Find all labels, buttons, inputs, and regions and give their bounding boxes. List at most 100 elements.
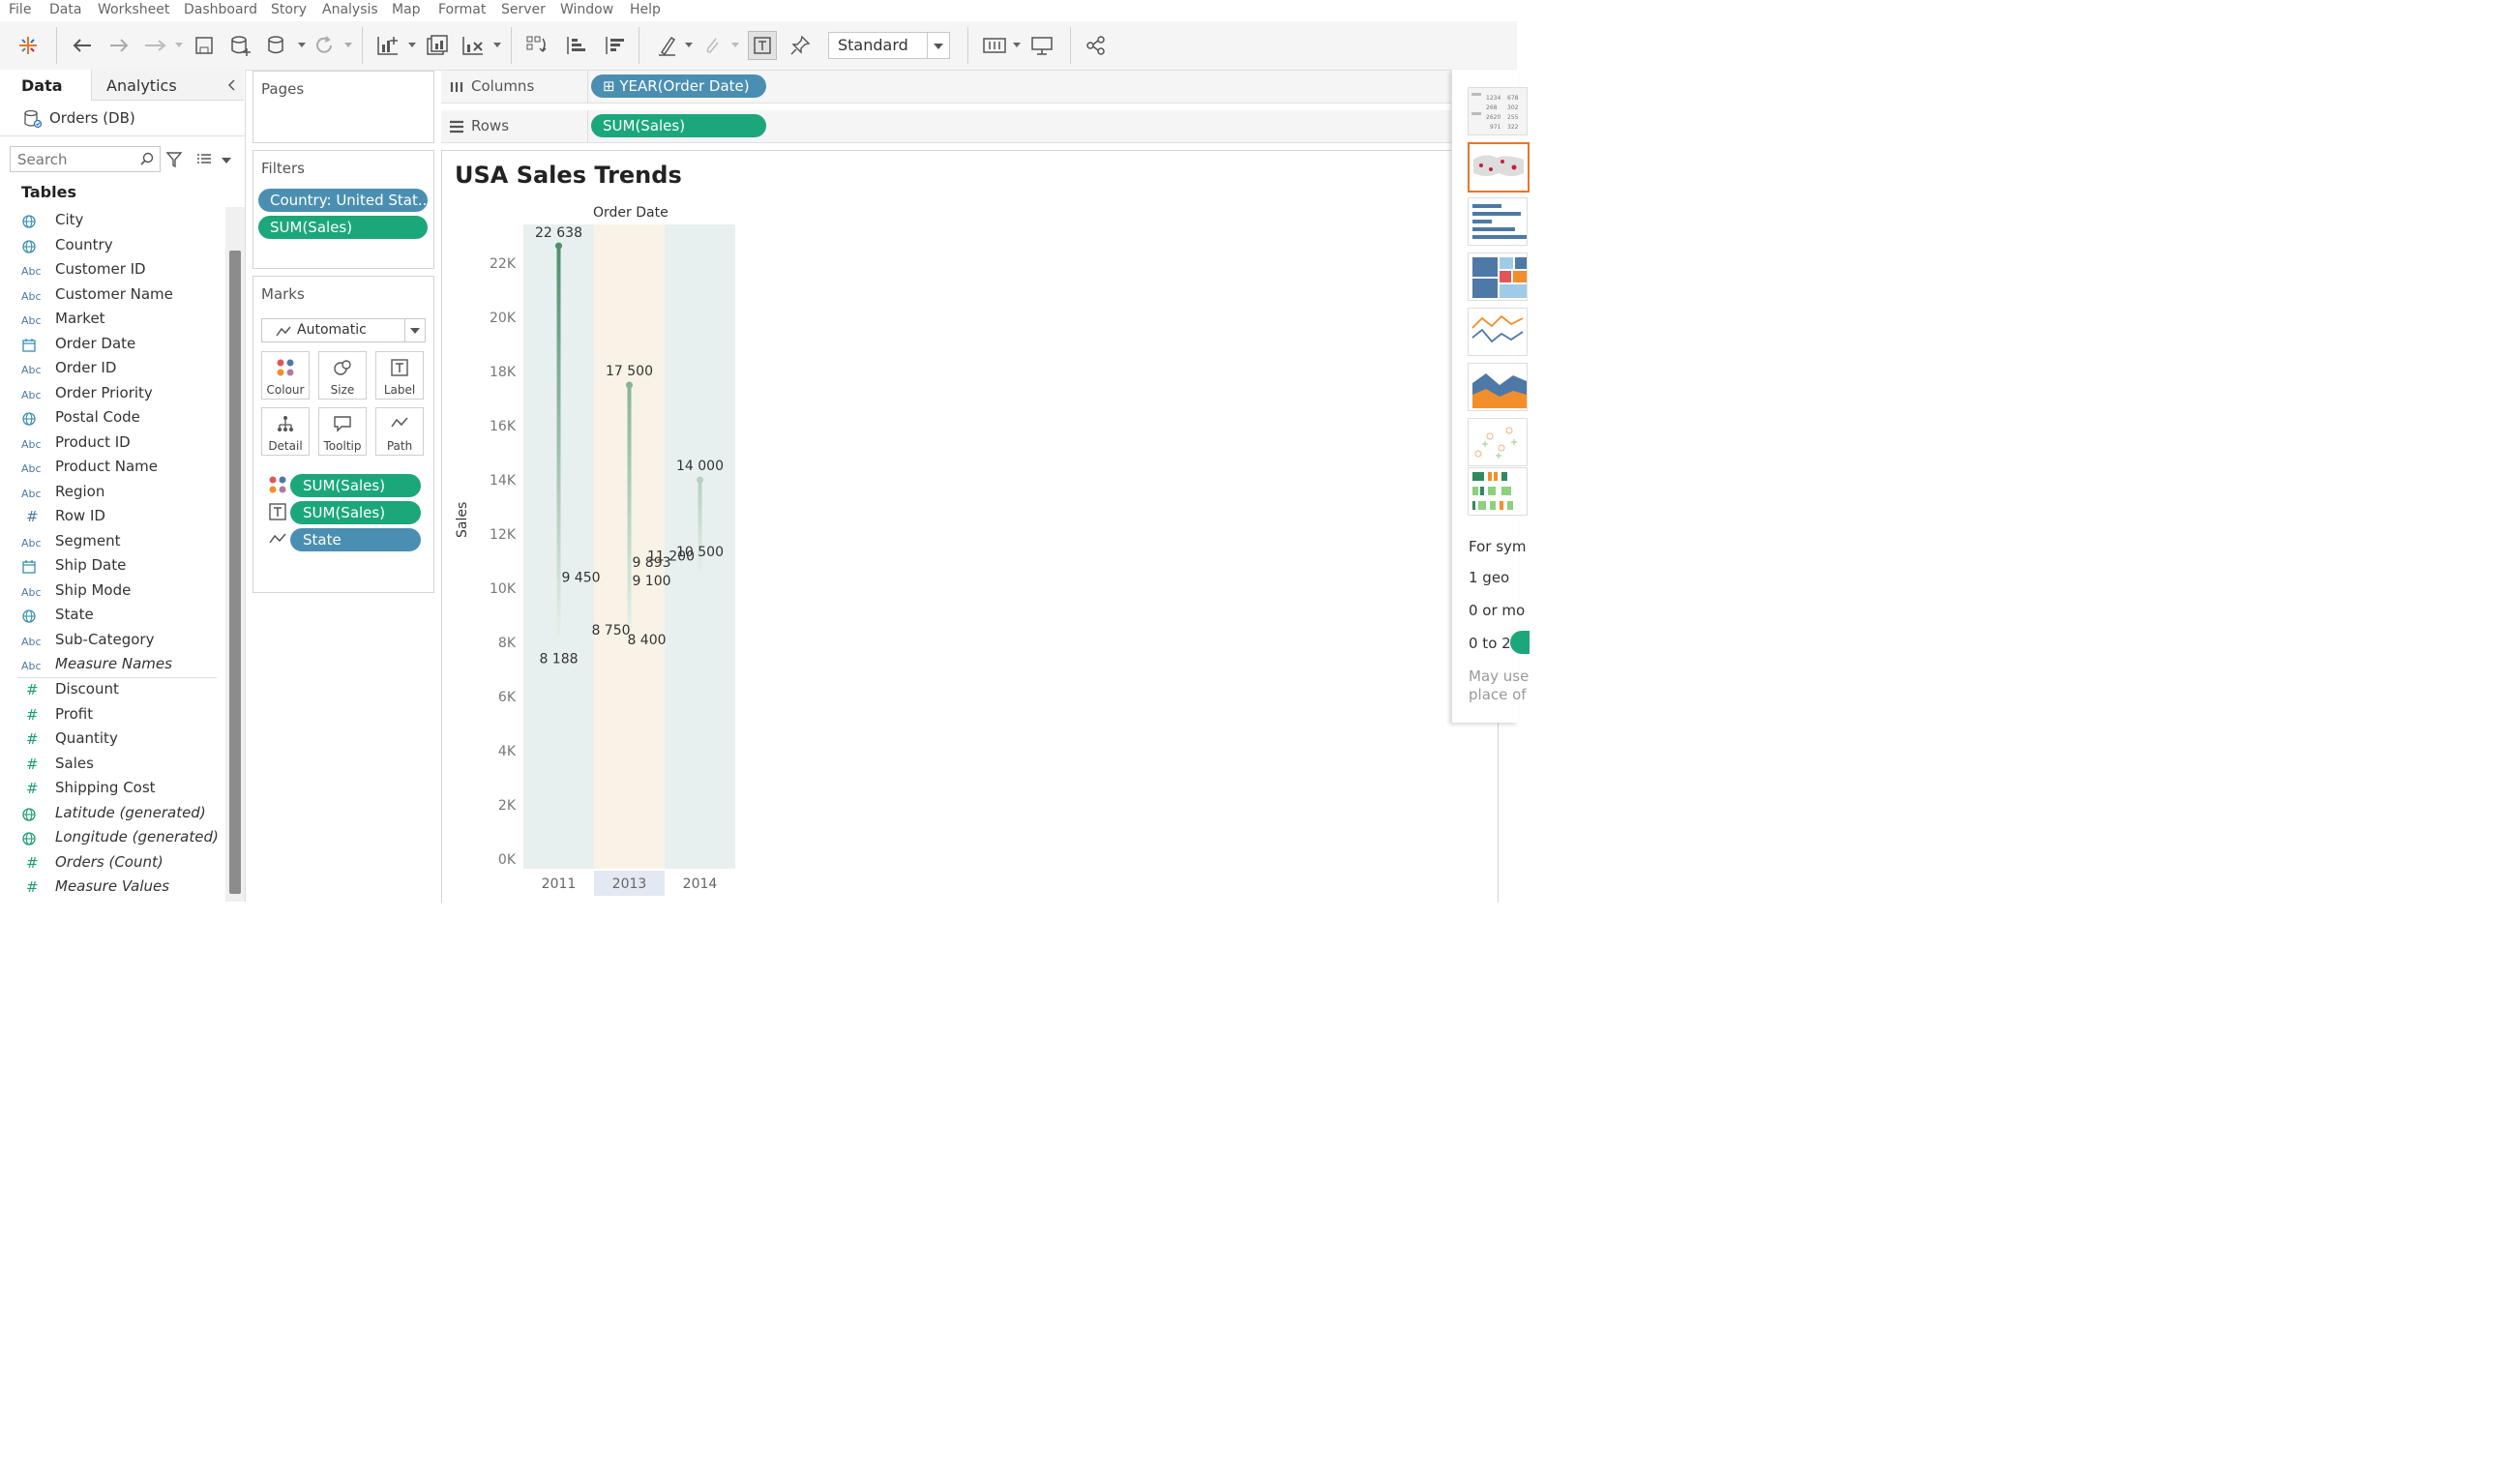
symbol-map-thumb[interactable] — [1468, 142, 1530, 193]
menu-item-help[interactable]: Help — [630, 2, 661, 17]
tooltip-button[interactable]: Tooltip — [318, 407, 367, 456]
swap-rows-columns-icon[interactable] — [522, 31, 551, 60]
redo-arrow-icon[interactable] — [141, 31, 170, 60]
dimension-field[interactable]: State — [21, 606, 224, 629]
menu-item-server[interactable]: Server — [501, 2, 546, 17]
group-members-icon[interactable] — [698, 31, 728, 60]
filter-pill-country[interactable]: Country: United Stat.. — [258, 189, 428, 212]
number-icon: # — [26, 730, 39, 748]
sort-descending-icon[interactable] — [600, 31, 629, 60]
menu-item-file[interactable]: File — [9, 2, 31, 17]
number-icon: # — [26, 755, 39, 773]
menu-item-map[interactable]: Map — [392, 2, 421, 17]
label-icon — [376, 358, 423, 377]
dimension-field[interactable]: Abc Order ID — [21, 359, 224, 382]
path-button[interactable]: Path — [375, 407, 424, 456]
columns-pill-year-order-date[interactable]: ⊞ YEAR(Order Date) — [591, 74, 766, 98]
dimension-field[interactable]: Abc Customer ID — [21, 260, 224, 283]
size-button[interactable]: Size — [318, 351, 367, 400]
dimension-field[interactable]: Abc Segment — [21, 532, 224, 555]
scrollbar-thumb[interactable] — [229, 251, 241, 894]
detail-button[interactable]: Detail — [261, 407, 310, 456]
horizontal-bars-thumb[interactable] — [1468, 197, 1528, 246]
show-cards-icon[interactable] — [980, 31, 1009, 60]
menu-item-format[interactable]: Format — [438, 2, 486, 17]
menu-item-analysis[interactable]: Analysis — [322, 2, 378, 17]
dimension-field[interactable]: Abc Product ID — [21, 433, 224, 457]
number-icon: # — [26, 878, 39, 896]
measure-field[interactable]: # Discount — [21, 680, 224, 703]
dimension-field[interactable]: # Row ID — [21, 507, 224, 530]
string-icon: Abc — [21, 536, 42, 549]
scatter-thumb[interactable] — [1468, 418, 1528, 466]
field-name: Product ID — [55, 432, 131, 451]
path-icon — [268, 531, 287, 550]
back-arrow-icon[interactable] — [68, 31, 97, 60]
new-worksheet-icon[interactable] — [373, 31, 402, 60]
fit-select[interactable]: Standard — [828, 32, 950, 59]
highlight-table-thumb[interactable] — [1468, 467, 1528, 516]
save-icon[interactable] — [190, 31, 219, 60]
rows-pill-sum-sales[interactable]: SUM(Sales) — [591, 114, 766, 137]
measure-field[interactable]: # Quantity — [21, 729, 224, 753]
field-name: Measure Names — [55, 655, 172, 672]
menu-item-dashboard[interactable]: Dashboard — [184, 2, 257, 17]
measure-field[interactable]: # Sales — [21, 755, 224, 778]
menu-item-story[interactable]: Story — [271, 2, 307, 17]
x-tick-label: 2014 — [683, 876, 718, 892]
clear-sheet-icon[interactable] — [459, 31, 488, 60]
collapse-pane-icon[interactable] — [226, 77, 236, 96]
globe-icon — [21, 214, 46, 232]
dimension-field[interactable]: Order Date — [21, 335, 224, 358]
measure-field[interactable]: # Shipping Cost — [21, 779, 224, 802]
measure-field[interactable]: # Measure Values — [21, 877, 224, 901]
dimension-field[interactable]: Ship Date — [21, 556, 224, 579]
size-icon — [319, 358, 366, 377]
measure-pill-swatch — [1510, 631, 1530, 654]
svg-text:302: 302 — [1507, 104, 1519, 111]
area-chart-thumb[interactable] — [1468, 363, 1528, 411]
sort-ascending-icon[interactable] — [561, 31, 590, 60]
marks-pill-label-sales[interactable]: SUM(Sales) — [290, 501, 421, 524]
menu-item-window[interactable]: Window — [560, 2, 613, 17]
dimension-field[interactable]: Abc Order Priority — [21, 384, 224, 407]
show-mark-labels-icon[interactable] — [748, 31, 777, 60]
colour-button[interactable]: Colour — [261, 351, 310, 400]
treemap-thumb[interactable] — [1468, 252, 1528, 301]
dimension-field[interactable]: Country — [21, 236, 224, 259]
pause-datasource-icon[interactable] — [263, 31, 292, 60]
dimension-field[interactable]: Postal Code — [21, 408, 224, 431]
dimension-field[interactable]: City — [21, 211, 224, 234]
share-icon[interactable] — [1082, 31, 1111, 60]
label-button[interactable]: Label — [375, 351, 424, 400]
dimension-field[interactable]: Abc Region — [21, 483, 224, 506]
mark-type-select[interactable]: Automatic — [261, 318, 426, 342]
refresh-icon[interactable] — [310, 31, 339, 60]
presentation-mode-icon[interactable] — [1027, 31, 1056, 60]
measure-field[interactable]: Longitude (generated) — [21, 828, 224, 851]
field-list-scrollbar[interactable] — [225, 207, 245, 902]
marks-pill-path-state[interactable]: State — [290, 528, 421, 551]
duplicate-sheet-icon[interactable] — [423, 31, 452, 60]
forward-arrow-icon[interactable] — [104, 31, 134, 60]
dimension-field[interactable]: Abc Product Name — [21, 458, 224, 481]
dimension-field[interactable]: Abc Ship Mode — [21, 581, 224, 605]
measure-field[interactable]: # Orders (Count) — [21, 853, 224, 876]
pin-icon[interactable] — [786, 31, 815, 60]
dimension-field[interactable]: Abc Market — [21, 310, 224, 333]
highlight-icon[interactable] — [652, 31, 681, 60]
field-name: Latitude (generated) — [55, 803, 206, 821]
menu-item-data[interactable]: Data — [49, 2, 81, 17]
dimension-field[interactable]: Abc Customer Name — [21, 285, 224, 309]
menu-item-worksheet[interactable]: Worksheet — [98, 2, 169, 17]
lines-thumb[interactable] — [1468, 308, 1528, 356]
dimension-field[interactable]: Abc Sub-Category — [21, 631, 224, 654]
dimension-field[interactable]: Abc Measure Names — [21, 655, 224, 678]
measure-field[interactable]: Latitude (generated) — [21, 804, 224, 827]
new-datasource-icon[interactable] — [226, 31, 255, 60]
tableau-logo-icon[interactable] — [14, 31, 43, 60]
measure-field[interactable]: # Profit — [21, 705, 224, 728]
marks-pill-colour-sales[interactable]: SUM(Sales) — [290, 474, 421, 497]
text-table-thumb[interactable]: 1234 678 268 302 2620 255 971 322 — [1468, 87, 1528, 135]
filter-pill-sales[interactable]: SUM(Sales) — [258, 216, 428, 239]
